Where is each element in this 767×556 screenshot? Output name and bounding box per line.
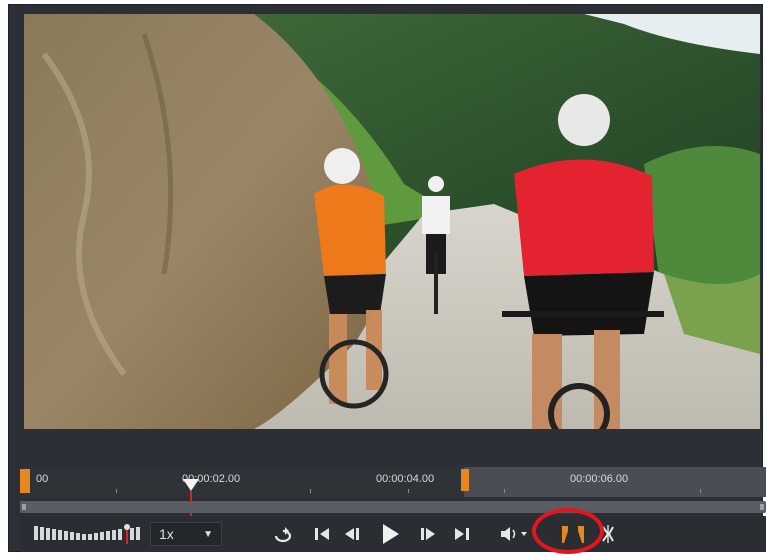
shuttle-bar: [70, 532, 74, 540]
mark-out-handle[interactable]: [461, 469, 469, 491]
shuttle-indicator: [126, 530, 128, 544]
shuttle-bar: [58, 530, 62, 540]
loop-button[interactable]: [270, 522, 296, 546]
go-to-start-button[interactable]: [312, 522, 332, 546]
speed-select[interactable]: 1x ▼: [150, 522, 222, 546]
timeline-label-0: 00: [36, 473, 49, 485]
timeline-label-6s: 00:00:06.00: [570, 473, 629, 485]
shuttle-bar: [136, 527, 140, 540]
shuttle-bar: [130, 528, 134, 540]
shuttle-bar: [64, 531, 68, 540]
playhead-handle[interactable]: [183, 479, 199, 491]
transport-controls: 1x ▼: [20, 516, 766, 552]
go-to-end-button[interactable]: [452, 522, 472, 546]
volume-icon: [501, 527, 527, 541]
scrub-end-dot: [760, 504, 764, 510]
shuttle-control[interactable]: [34, 524, 140, 544]
go-to-end-icon: [455, 528, 469, 540]
loop-icon: [274, 527, 292, 543]
previous-frame-icon: [345, 528, 359, 540]
scrub-start-dot: [22, 504, 26, 510]
timeline-tick: [310, 489, 311, 493]
shuttle-bar: [88, 534, 92, 540]
timeline-label-4s: 00:00:04.00: [376, 473, 435, 485]
shuttle-bar: [52, 529, 56, 540]
shuttle-bar: [94, 533, 98, 540]
mark-in-handle[interactable]: [20, 469, 30, 493]
shuttle-bar: [40, 527, 44, 540]
shuttle-bar: [76, 533, 80, 540]
chevron-down-icon: ▼: [203, 529, 213, 540]
next-frame-button[interactable]: [418, 522, 438, 546]
scrub-bar[interactable]: [20, 501, 766, 513]
shuttle-bar: [100, 532, 104, 540]
timeline-tick: [408, 489, 409, 493]
go-to-start-icon: [315, 528, 329, 540]
speed-value: 1x: [159, 526, 174, 542]
play-button[interactable]: [378, 522, 402, 546]
timeline-tick: [504, 489, 505, 493]
timeline-tick: [116, 489, 117, 493]
shuttle-bar: [34, 526, 38, 540]
shuttle-bar: [82, 534, 86, 540]
play-icon: [383, 524, 399, 544]
previous-frame-button[interactable]: [342, 522, 362, 546]
timeline-ruler[interactable]: 00 00:00:02.00 00:00:04.00 00:00:06.00: [20, 467, 766, 517]
next-frame-icon: [421, 528, 435, 540]
highlight-circle: [532, 508, 604, 554]
volume-button[interactable]: [498, 522, 530, 546]
video-preview[interactable]: [24, 14, 760, 429]
video-frame: [24, 14, 760, 429]
shuttle-bar: [112, 530, 116, 540]
timeline-tick: [700, 489, 701, 493]
shuttle-bar: [106, 531, 110, 540]
shuttle-bar: [118, 529, 122, 540]
shuttle-bar: [46, 528, 50, 540]
